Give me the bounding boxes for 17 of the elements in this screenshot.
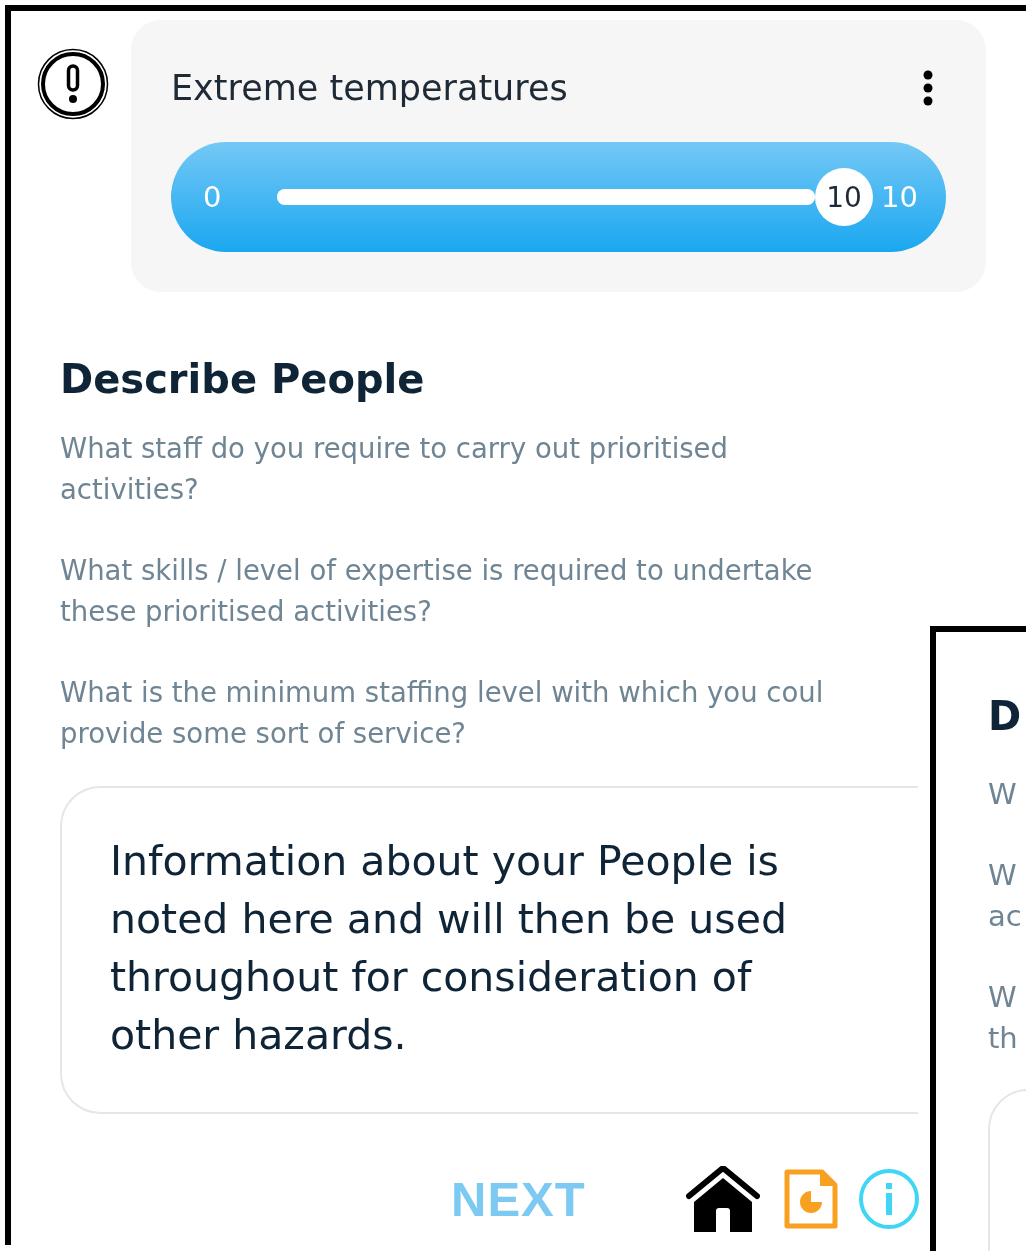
more-options-icon[interactable]	[922, 70, 934, 106]
slider-min-label: 0	[203, 180, 222, 214]
question-text: What staff do you require to carry out prioritised activities?	[60, 431, 728, 507]
question-text: What skills / level of expertise is required to undertake these prioritised activities?	[60, 553, 813, 629]
section-heading: D	[988, 692, 1023, 740]
question-text: W	[988, 776, 1018, 813]
note-field[interactable]: Information about your People is noted here and will then be used throughout for consideration of other hazards.	[60, 786, 918, 1114]
question-text: What is the minimum staffing level with which you coul provide some sort of service?	[60, 675, 824, 751]
slider-max-label: 10	[881, 180, 918, 214]
slider-thumb[interactable]: 10	[815, 168, 874, 226]
question-text: W ac	[988, 857, 1023, 935]
note-text: Information about your People is noted here and will then be used throughout for consideration of other hazards.	[110, 836, 788, 1061]
question-text: W th	[988, 979, 1019, 1057]
section-heading: Describe People	[60, 356, 426, 402]
hazard-title: Extreme temperatures	[171, 68, 568, 108]
home-icon[interactable]	[685, 1166, 760, 1232]
warning-icon[interactable]	[37, 48, 109, 120]
